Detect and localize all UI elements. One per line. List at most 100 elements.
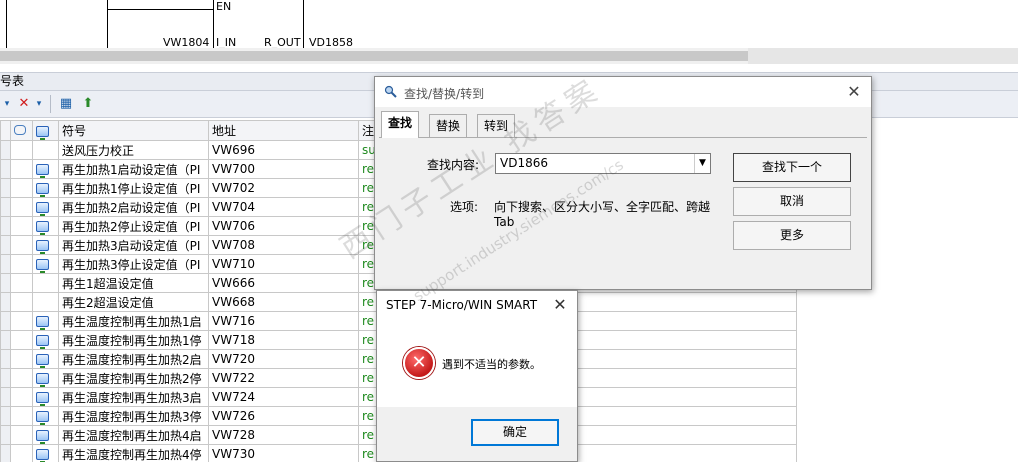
row-header-cell[interactable] xyxy=(0,178,11,198)
address-cell[interactable]: VW696 xyxy=(208,140,359,160)
find-dialog-title: 查找/替换/转到 xyxy=(404,87,485,101)
row-header-cell[interactable] xyxy=(0,444,11,462)
row-header-cell[interactable] xyxy=(0,254,11,274)
tab-replace[interactable]: 替换 xyxy=(429,114,468,137)
dropdown-arrow-icon[interactable]: ▾ xyxy=(2,95,12,113)
symbol-cell[interactable]: 再生温度控制再生加热3启 xyxy=(58,387,209,407)
symbol-cell[interactable]: 再生温度控制再生加热4启 xyxy=(58,425,209,445)
row-header-cell[interactable] xyxy=(0,273,11,293)
symbol-type-icon xyxy=(36,430,49,444)
row-header-cell[interactable] xyxy=(0,140,11,160)
address-cell[interactable]: VW722 xyxy=(208,368,359,388)
create-symbols-icon[interactable]: ▦ xyxy=(56,95,76,113)
panel-title: 号表 xyxy=(0,74,25,88)
chevron-down-icon[interactable]: ▼ xyxy=(694,154,710,173)
address-cell[interactable]: VW702 xyxy=(208,178,359,198)
address-cell[interactable]: VW668 xyxy=(208,292,359,312)
row-header-cell[interactable] xyxy=(0,387,11,407)
symbol-cell[interactable]: 再生加热1停止设定值（PI xyxy=(58,178,209,198)
box-right-edge xyxy=(303,0,304,48)
apply-symbols-icon[interactable]: ⬆ xyxy=(78,95,98,113)
symbol-cell[interactable]: 再生温度控制再生加热3停 xyxy=(58,406,209,426)
ladder-editor[interactable]: EN VW1804 I_IN R_OUT VD1858 xyxy=(0,0,1018,49)
symbol-type-icon xyxy=(36,164,49,178)
status-cell xyxy=(10,235,33,255)
symbol-cell[interactable]: 再生温度控制再生加热4停 xyxy=(58,444,209,462)
row-header-cell[interactable] xyxy=(0,406,11,426)
address-cell[interactable]: VW700 xyxy=(208,159,359,179)
cancel-button[interactable]: 取消 xyxy=(733,187,851,216)
row-header-cell[interactable] xyxy=(0,330,11,350)
scrollbar-thumb[interactable] xyxy=(0,51,748,61)
symbol-type-icon xyxy=(36,202,49,216)
scrollbar-track[interactable] xyxy=(748,48,1018,64)
address-cell[interactable]: VW704 xyxy=(208,197,359,217)
status-cell xyxy=(10,425,33,445)
address-cell[interactable]: VW730 xyxy=(208,444,359,462)
options-summary: 向下搜索、区分大小写、全字匹配、跨越 xyxy=(494,200,711,214)
symbol-type-icon xyxy=(36,392,49,406)
status-cell xyxy=(10,387,33,407)
row-header-cell[interactable] xyxy=(0,159,11,179)
rung-line xyxy=(107,0,108,48)
find-dialog-titlebar[interactable]: 查找/替换/转到 ✕ xyxy=(375,77,871,107)
symbol-cell[interactable]: 再生温度控制再生加热1停 xyxy=(58,330,209,350)
status-cell xyxy=(10,368,33,388)
box-left-edge xyxy=(213,0,214,48)
row-header-cell[interactable] xyxy=(0,292,11,312)
symbol-cell[interactable]: 再生温度控制再生加热2停 xyxy=(58,368,209,388)
horizontal-scrollbar[interactable] xyxy=(0,48,1018,64)
address-cell[interactable]: VW666 xyxy=(208,273,359,293)
symbol-type-icon xyxy=(36,240,49,254)
address-col-header[interactable]: 地址 xyxy=(208,120,359,141)
row-header-cell[interactable] xyxy=(0,311,11,331)
status-col-header xyxy=(10,120,33,141)
symbol-cell[interactable]: 再生1超温设定值 xyxy=(58,273,209,293)
icon-cell xyxy=(32,311,59,331)
symbol-cell[interactable]: 再生2超温设定值 xyxy=(58,292,209,312)
symbol-cell[interactable]: 再生加热1启动设定值（PI xyxy=(58,159,209,179)
icon-cell xyxy=(32,425,59,445)
symbol-cell[interactable]: 送风压力校正 xyxy=(58,140,209,160)
symbol-cell[interactable]: 再生温度控制再生加热1启 xyxy=(58,311,209,331)
symbol-cell[interactable]: 再生加热2启动设定值（PI xyxy=(58,197,209,217)
tab-find[interactable]: 查找 xyxy=(381,111,420,138)
symbol-cell[interactable]: 再生加热2停止设定值（PI xyxy=(58,216,209,236)
status-cell xyxy=(10,292,33,312)
symbol-type-icon xyxy=(36,411,49,425)
find-next-button[interactable]: 查找下一个 xyxy=(733,153,851,182)
icon-cell xyxy=(32,406,59,426)
address-cell[interactable]: VW728 xyxy=(208,425,359,445)
row-header-cell[interactable] xyxy=(0,349,11,369)
close-icon[interactable]: ✕ xyxy=(843,81,865,103)
address-cell[interactable]: VW716 xyxy=(208,311,359,331)
address-cell[interactable]: VW724 xyxy=(208,387,359,407)
delete-row-icon[interactable]: ✕ xyxy=(14,95,34,113)
symbol-cell[interactable]: 再生温度控制再生加热2启 xyxy=(58,349,209,369)
symbol-cell[interactable]: 再生加热3启动设定值（PI xyxy=(58,235,209,255)
row-header-cell xyxy=(0,120,11,141)
row-header-cell[interactable] xyxy=(0,425,11,445)
close-icon[interactable]: ✕ xyxy=(549,294,571,316)
delete-dropdown-icon[interactable]: ▾ xyxy=(34,95,44,113)
ok-button[interactable]: 确定 xyxy=(471,419,559,446)
row-header-cell[interactable] xyxy=(0,216,11,236)
en-wire xyxy=(107,9,213,10)
symbol-type-icon xyxy=(36,259,49,273)
symbol-cell[interactable]: 再生加热3停止设定值（PI xyxy=(58,254,209,274)
row-header-cell[interactable] xyxy=(0,235,11,255)
row-header-cell[interactable] xyxy=(0,197,11,217)
address-cell[interactable]: VW718 xyxy=(208,330,359,350)
en-pin-label: EN xyxy=(216,0,232,13)
more-button[interactable]: 更多 xyxy=(733,221,851,250)
icon-cell xyxy=(32,178,59,198)
address-cell[interactable]: VW726 xyxy=(208,406,359,426)
address-cell[interactable]: VW720 xyxy=(208,349,359,369)
row-header-cell[interactable] xyxy=(0,368,11,388)
symbol-type-icon xyxy=(36,354,49,368)
find-dialog-icon xyxy=(384,85,397,98)
status-cell xyxy=(10,330,33,350)
symbol-type-icon xyxy=(36,221,49,235)
address-cell[interactable]: VW710 xyxy=(208,254,359,274)
symbol-col-header[interactable]: 符号 xyxy=(58,120,209,141)
